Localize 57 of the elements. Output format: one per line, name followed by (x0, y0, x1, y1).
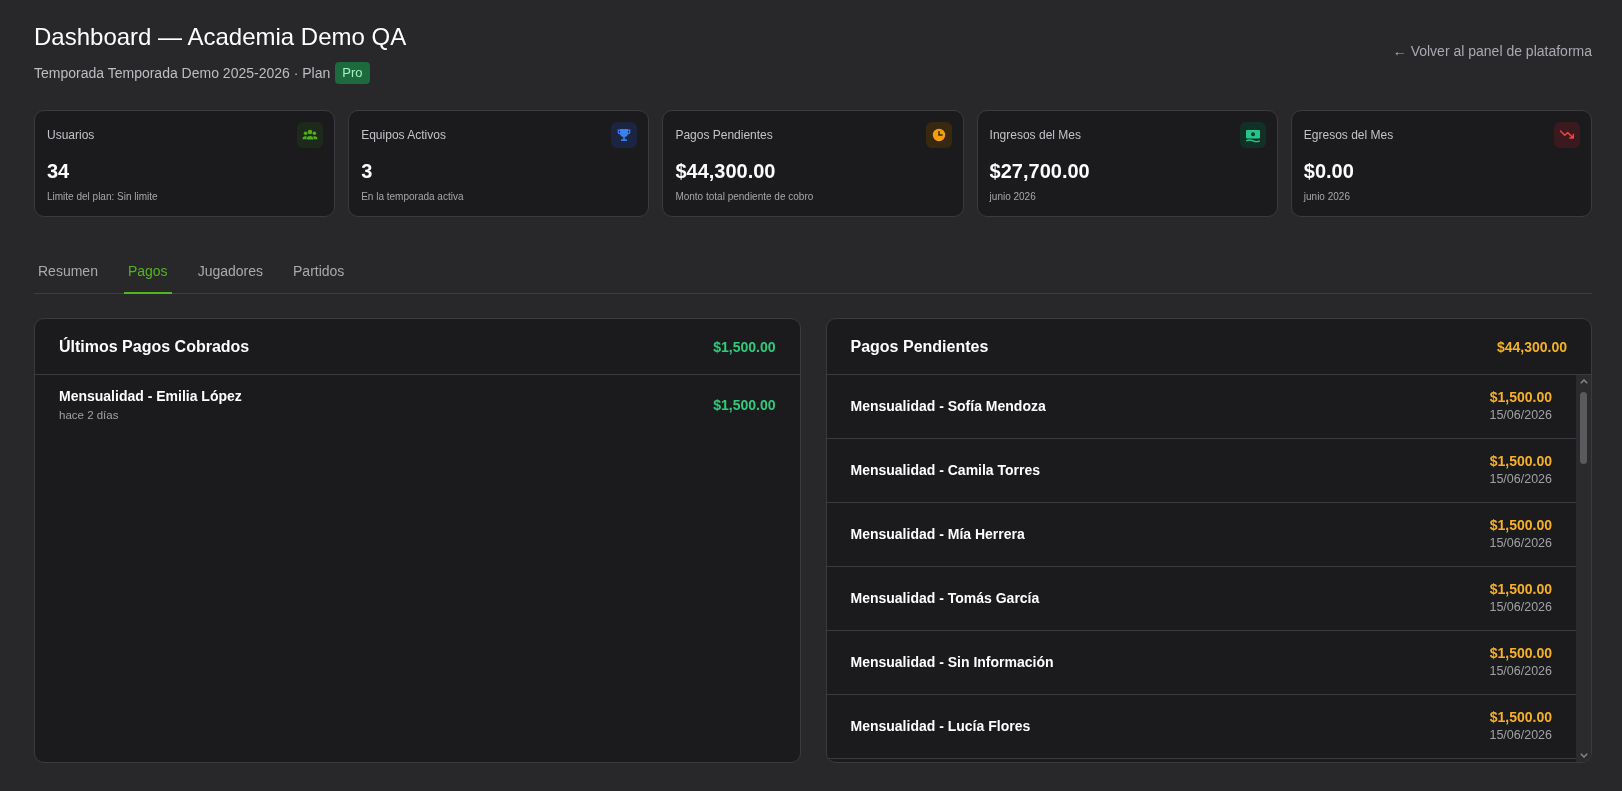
caret-down-icon[interactable] (1579, 753, 1588, 758)
stat-label: Pagos Pendientes (675, 128, 773, 142)
payment-concept: Mensualidad - Sofía Mendoza (850, 397, 1046, 415)
payment-concept: Mensualidad - Tomás García (850, 589, 1040, 607)
stat-value: 3 (361, 159, 374, 184)
plan-badge: Pro (335, 62, 370, 84)
back-link[interactable]: ← Volver al panel de plataforma (1392, 43, 1592, 59)
payment-time: hace 2 días (59, 408, 120, 423)
panel-title: Últimos Pagos Cobrados (59, 337, 250, 356)
payment-date: 15/06/2026 (1489, 727, 1552, 744)
payment-amount: $1,500.00 (1489, 708, 1552, 726)
panel-total: $44,300.00 (1496, 338, 1567, 355)
tab[interactable]: Pagos (123, 247, 172, 294)
payment-date: 15/06/2026 (1489, 599, 1552, 616)
payment-date: 15/06/2026 (1489, 535, 1552, 552)
scrollbar-track[interactable] (1576, 375, 1591, 762)
trend-down-icon (1554, 122, 1580, 148)
tab[interactable]: Jugadores (193, 247, 267, 294)
stat-value: $27,700.00 (989, 159, 1091, 184)
stat-label: Equipos Activos (361, 128, 446, 142)
payment-concept: Mensualidad - Mía Herrera (850, 525, 1025, 543)
stat-note: junio 2026 (989, 190, 1037, 204)
stat-label: Egresos del Mes (1303, 128, 1394, 142)
stat-note: Monto total pendiente de cobro (675, 190, 815, 204)
stat-value: $0.00 (1303, 159, 1355, 184)
payment-concept: Mensualidad - Emilia López (59, 387, 242, 405)
page-title: Dashboard — Academia Demo QA (34, 22, 407, 52)
panel-title: Pagos Pendientes (850, 337, 989, 356)
payment-concept: Mensualidad - Camila Torres (850, 461, 1041, 479)
tab[interactable]: Partidos (289, 247, 349, 294)
panel-total: $1,500.00 (713, 338, 776, 355)
payment-amount: $1,500.00 (713, 396, 776, 414)
payment-amount: $1,500.00 (1489, 452, 1552, 470)
stat-label: Usuarios (47, 128, 95, 142)
payment-amount: $1,500.00 (1489, 644, 1552, 662)
tab[interactable]: Resumen (34, 247, 102, 294)
payment-amount: $1,500.00 (1489, 580, 1552, 598)
stat-label: Ingresos del Mes (989, 128, 1081, 142)
stat-value: $44,300.00 (675, 159, 777, 184)
payment-date: 15/06/2026 (1489, 407, 1552, 424)
banknote-icon (1239, 122, 1266, 148)
trophy-icon (611, 122, 638, 148)
scrollbar-thumb[interactable] (1580, 392, 1587, 464)
payment-date: 15/06/2026 (1489, 471, 1552, 488)
stat-value: 34 (47, 159, 71, 184)
stat-note: junio 2026 (1303, 190, 1351, 204)
payment-concept: Mensualidad - Lucía Flores (850, 717, 1031, 735)
stat-note: En la temporada activa (361, 190, 465, 204)
caret-up-icon[interactable] (1579, 379, 1588, 384)
payment-amount: $1,500.00 (1489, 516, 1552, 534)
payment-date: 15/06/2026 (1489, 663, 1552, 680)
payment-amount: $1,500.00 (1489, 388, 1552, 406)
payment-concept: Mensualidad - Sin Información (850, 653, 1054, 671)
clock-icon (925, 122, 952, 148)
users-icon (297, 122, 324, 148)
season-subtitle: Temporada Temporada Demo 2025-2026 · Plan (34, 65, 331, 81)
stat-note: Limite del plan: Sin limite (47, 190, 159, 204)
